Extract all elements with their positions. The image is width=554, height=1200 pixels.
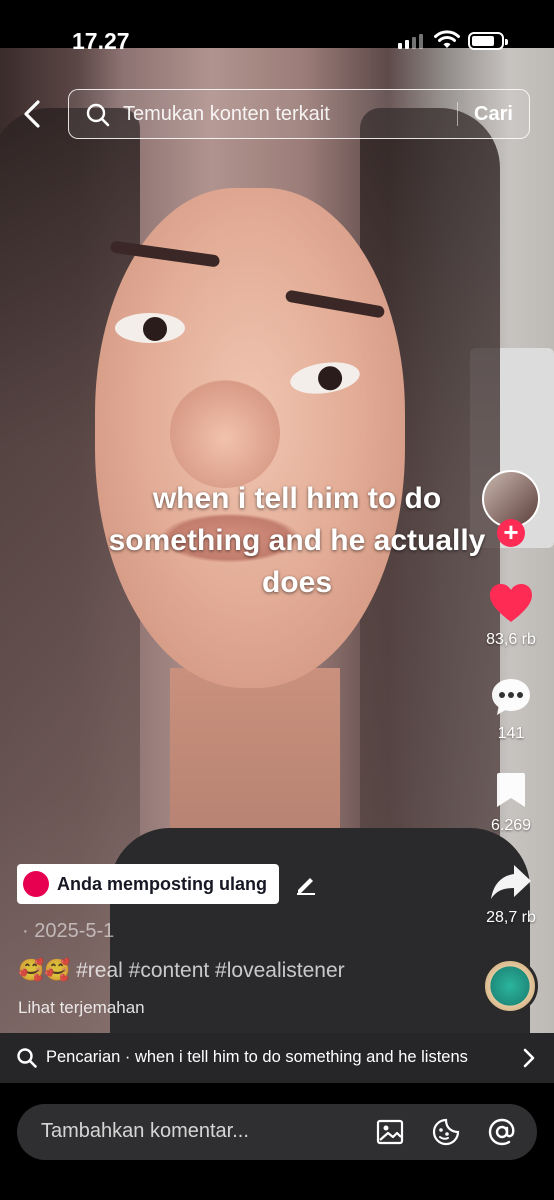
save-button[interactable]: 6.269 [476,770,546,835]
comment-button[interactable]: 141 [476,676,546,743]
eye-left [115,313,185,343]
shirt [110,828,530,1033]
music-disc[interactable] [482,958,538,1014]
search-suggestion-bar[interactable]: Pencarian · when i tell him to do someth… [0,1033,554,1083]
signal-icon [398,34,423,49]
comment-bar: Tambahkan komentar... [0,1083,554,1200]
comment-count: 141 [497,725,525,742]
image-icon[interactable] [375,1117,405,1147]
share-icon [491,865,531,899]
back-icon[interactable] [18,98,48,130]
status-time: 17.27 [72,28,130,54]
save-count: 6.269 [490,817,532,834]
post-description[interactable]: 🥰🥰 #real #content #lovealistener [18,959,345,983]
comment-input[interactable]: Tambahkan komentar... [17,1104,537,1160]
search-icon [17,1048,37,1068]
mention-icon[interactable] [487,1117,517,1147]
repost-badge[interactable]: Anda memposting ulang [17,864,280,904]
edit-icon[interactable] [294,872,318,896]
chevron-right-icon [523,1048,535,1068]
nose [170,378,280,488]
repost-avatar-dot [23,871,49,897]
video-caption: when i tell him to do something and he a… [108,482,486,599]
translate-link[interactable]: Lihat terjemahan [18,998,145,1018]
share-count: 28,7 rb [486,909,536,926]
search-placeholder[interactable]: Temukan konten terkait [123,103,330,126]
post-date: · 2025-5-1 [22,920,115,942]
battery-icon [468,32,508,50]
comment-icon [492,679,530,715]
wifi-icon [434,30,460,48]
status-bar: 17.27 [0,0,554,54]
search-suggestion-text[interactable]: Pencarian · when i tell him to do someth… [46,1048,468,1067]
heart-icon [490,584,532,622]
bookmark-icon [497,773,525,807]
repost-label: Anda memposting ulang [57,873,268,894]
search-button[interactable]: Cari [474,103,513,126]
share-button[interactable]: 28,7 rb [476,862,546,927]
search-divider [457,102,458,126]
follow-button[interactable]: + [497,519,525,547]
like-button[interactable]: 83,6 rb [476,582,546,649]
sticker-icon[interactable] [431,1117,461,1147]
search-icon [86,103,110,127]
comment-placeholder[interactable]: Tambahkan komentar... [41,1120,249,1143]
like-count: 83,6 rb [486,631,536,648]
search-bar[interactable]: Temukan konten terkait Cari [68,89,530,139]
